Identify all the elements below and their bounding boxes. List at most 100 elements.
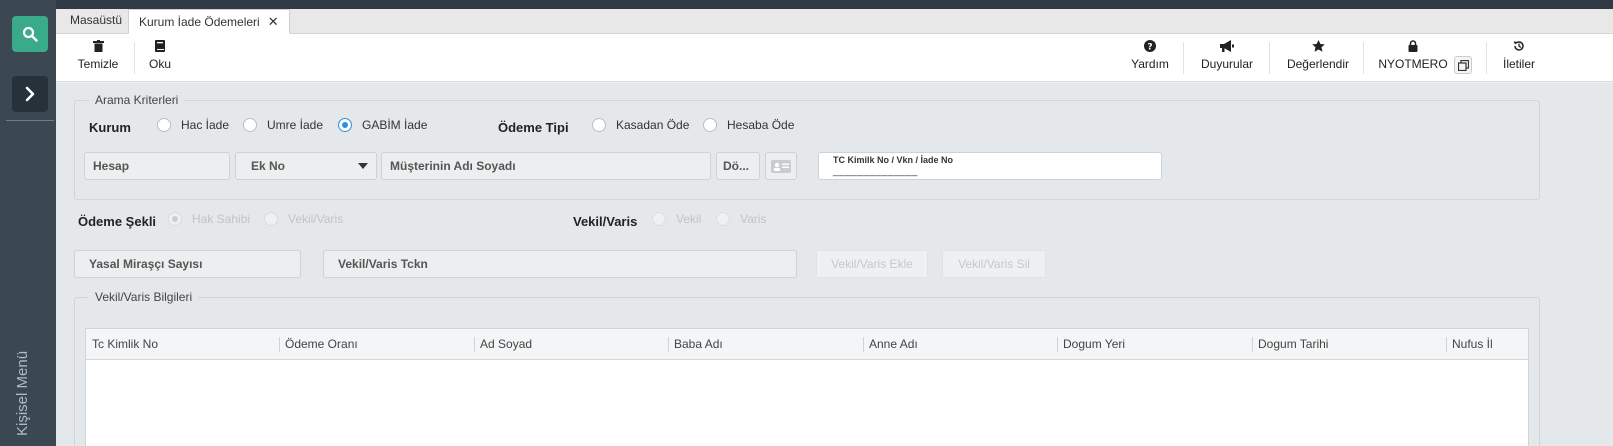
column-header[interactable]: Ad Soyad [474,329,532,360]
search-criteria-fieldset: Arama Kriterleri [74,93,1540,200]
rate-button[interactable]: Değerlendir [1283,40,1353,76]
ek-no-select-label: Ek No [251,159,286,173]
trash-icon [76,40,120,56]
hesap-input[interactable]: Hesap [84,152,230,180]
radio-label: Umre İade [267,118,324,132]
column-header[interactable]: Anne Adı [863,329,918,360]
tab-kurum-iade-label: Kurum İade Ödemeleri [139,15,260,29]
radio-label: Kasadan Öde [616,118,690,132]
toolbar: Temizle Oku ? Yardım Duyurular Değerlend… [56,34,1613,82]
messages-button-label: İletiler [1502,57,1535,71]
personal-menu-label[interactable]: Kişisel Menü [14,351,31,436]
vekil-grid: Tc Kimlik No Ödeme Oranı Ad Soyad Baba A… [85,328,1529,446]
radio-indicator [264,212,278,226]
currency-input[interactable]: Dö... [716,152,760,180]
read-button[interactable]: Oku [146,40,174,76]
radio-gabim-iade[interactable]: GABİM İade [338,118,427,132]
radio-label: GABİM İade [362,118,428,132]
tab-kurum-iade[interactable]: Kurum İade Ödemeleri ✕ [128,9,290,34]
column-header[interactable]: Dogum Yeri [1057,329,1125,360]
search-criteria-legend: Arama Kriterleri [95,93,179,107]
radio-hac-iade[interactable]: Hac İade [157,118,229,132]
window-top-bar [0,0,1613,9]
copy-button[interactable] [1454,56,1472,74]
column-header[interactable]: Nufus İl [1446,329,1493,360]
radio-umre-iade[interactable]: Umre İade [243,118,323,132]
book-icon [146,40,174,56]
id-card-button[interactable] [765,152,797,180]
column-header[interactable]: Tc Kimlik No [86,329,158,360]
messages-button[interactable]: İletiler [1497,40,1541,76]
radio-vekil[interactable]: Vekil [652,212,701,226]
radio-indicator [168,212,182,226]
clear-button[interactable]: Temizle [76,40,120,76]
customer-name-input[interactable]: Müşterinin Adı Soyadı [381,152,711,180]
close-icon[interactable]: ✕ [268,10,279,33]
grid-header: Tc Kimlik No Ödeme Oranı Ad Soyad Baba A… [86,329,1528,360]
clear-button-label: Temizle [77,57,119,71]
radio-vekil-varis[interactable]: Vekil/Varis [264,212,343,226]
help-button-label: Yardım [1131,57,1169,71]
kurum-label: Kurum [89,120,131,135]
radio-kasadan-ode[interactable]: Kasadan Öde [592,118,689,132]
ek-no-select[interactable]: Ek No [235,152,377,180]
tab-desktop[interactable]: Masaüstü [60,9,134,34]
sidebar-search-button[interactable] [12,16,48,52]
radio-hesaba-ode[interactable]: Hesaba Öde [703,118,794,132]
help-button[interactable]: ? Yardım [1128,40,1172,76]
toolbar-divider [1269,42,1270,74]
add-vekil-button[interactable]: Vekil/Varis Ekle [816,250,928,278]
toolbar-divider [134,42,135,74]
radio-label: Vekil [676,212,702,226]
lock-icon [1378,40,1448,56]
copy-icon [1457,59,1469,71]
announcements-button-label: Duyurular [1200,57,1254,71]
radio-indicator [703,118,717,132]
toolbar-divider [1183,42,1184,74]
odeme-sekli-label: Ödeme Şekli [78,214,157,229]
radio-varis[interactable]: Varis [716,212,766,226]
sidebar-expand-button[interactable] [12,76,48,112]
vekil-varis-label: Vekil/Varis [573,214,638,229]
tab-bar: Masaüstü Kurum İade Ödemeleri ✕ [56,9,1613,34]
radio-label: Vekil/Varis [288,212,344,226]
radio-label: Hak Sahibi [192,212,251,226]
star-icon [1283,40,1353,56]
radio-indicator [157,118,171,132]
toolbar-divider [1486,42,1487,74]
radio-label: Hesaba Öde [727,118,795,132]
radio-label: Hac İade [181,118,230,132]
vekil-info-legend: Vekil/Varis Bilgileri [95,290,193,304]
search-icon [22,26,38,42]
id-card-icon [771,159,791,173]
tc-kimlik-input[interactable]: TC Kimilk No / Vkn / İade No ___________… [818,152,1162,180]
toolbar-divider [1363,42,1364,74]
column-header[interactable]: Ödeme Oranı [279,329,358,360]
odeme-tipi-label: Ödeme Tipi [498,120,569,135]
delete-vekil-button[interactable]: Vekil/Varis Sil [942,250,1046,278]
read-button-label: Oku [148,57,171,71]
radio-hak-sahibi[interactable]: Hak Sahibi [168,212,250,226]
sidebar-divider [6,120,54,121]
question-icon: ? [1128,40,1172,56]
caret-down-icon [358,163,368,169]
radio-indicator [592,118,606,132]
rate-button-label: Değerlendir [1286,57,1350,71]
column-header[interactable]: Baba Adı [668,329,723,360]
tab-desktop-label: Masaüstü [70,13,123,27]
history-icon [1497,40,1541,56]
announcements-button[interactable]: Duyurular [1197,40,1257,76]
radio-label: Varis [740,212,767,226]
radio-indicator [652,212,666,226]
svg-text:?: ? [1147,43,1152,53]
radio-indicator [716,212,730,226]
radio-indicator [243,118,257,132]
vekil-tckn-input[interactable]: Vekil/Varis Tckn [323,250,797,278]
column-header[interactable]: Dogum Tarihi [1252,329,1328,360]
heir-count-input[interactable]: Yasal Miraşçı Sayısı [74,250,301,278]
content-area: Masaüstü Kurum İade Ödemeleri ✕ Temizle O… [56,9,1613,446]
chevron-right-icon [25,86,35,102]
radio-indicator [338,118,352,132]
tc-kimlik-label: TC Kimilk No / Vkn / İade No [833,155,954,165]
user-lock-button[interactable]: NYOTMERO [1378,40,1448,76]
